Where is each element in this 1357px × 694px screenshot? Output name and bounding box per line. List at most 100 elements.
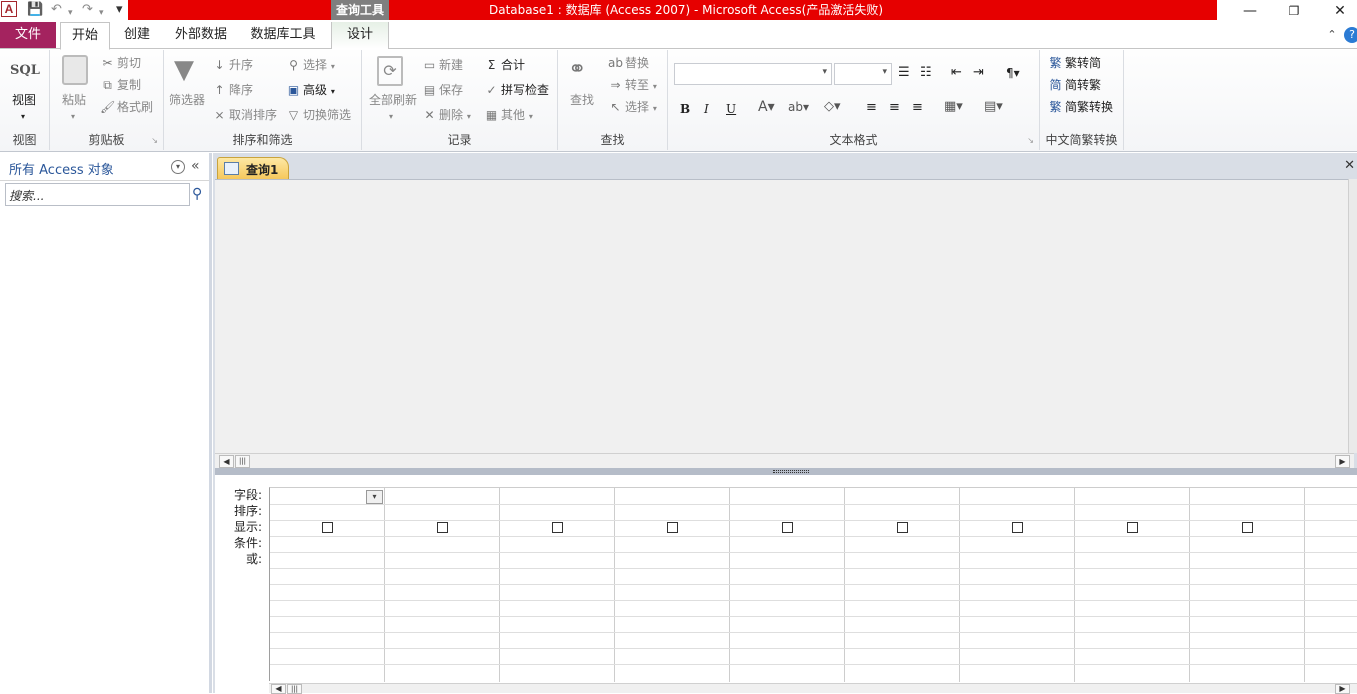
search-icon[interactable]: ⚲ — [192, 186, 202, 202]
query-design-grid[interactable]: ▾ — [269, 487, 1357, 682]
goto-button[interactable]: 转至 — [625, 78, 649, 92]
format-painter-button[interactable]: 格式刷 — [117, 100, 153, 114]
funnel-icon[interactable]: ▼ — [174, 56, 194, 84]
save-record-button[interactable]: 保存 — [439, 83, 463, 97]
text-format-launcher-icon[interactable]: ↘ — [1027, 136, 1034, 145]
tab-home[interactable]: 开始 — [60, 22, 110, 50]
grid-column[interactable] — [845, 488, 960, 682]
paste-icon[interactable] — [62, 55, 88, 85]
grid-column[interactable] — [385, 488, 500, 682]
spelling-button[interactable]: 拼写检查 — [501, 83, 549, 97]
replace-button[interactable]: 替换 — [625, 56, 649, 70]
grid-column[interactable] — [1305, 488, 1357, 682]
close-button[interactable]: ✕ — [1318, 0, 1357, 22]
underline-button[interactable]: U — [726, 101, 736, 117]
tab-file[interactable]: 文件 — [0, 22, 56, 48]
table-pane-horizontal-scrollbar[interactable]: ◀ ||| ▶ — [215, 453, 1354, 468]
convert-button[interactable]: 简繁转换 — [1065, 100, 1113, 114]
font-name-combo[interactable]: ▾ — [674, 63, 832, 85]
clipboard-launcher-icon[interactable]: ↘ — [151, 136, 158, 145]
align-right-icon[interactable]: ≡ — [912, 100, 923, 116]
show-checkbox[interactable] — [552, 522, 563, 533]
restore-button[interactable]: ❐ — [1272, 0, 1316, 22]
undo-dropdown-icon[interactable]: ▾ — [68, 5, 73, 21]
design-grid-horizontal-scrollbar[interactable]: ◀ ||| ▶ — [269, 683, 1357, 694]
save-icon[interactable]: 💾 — [27, 2, 43, 18]
refresh-all-button[interactable]: 全部刷新 — [369, 92, 417, 108]
alt-row-color-icon[interactable]: ▤▾ — [984, 99, 1003, 115]
gridlines-icon[interactable]: ▦▾ — [944, 99, 963, 115]
redo-dropdown-icon[interactable]: ▾ — [99, 5, 104, 21]
simplified-to-traditional-button[interactable]: 简转繁 — [1065, 78, 1101, 92]
tab-design[interactable]: 设计 — [332, 22, 388, 49]
splitter-grip[interactable] — [773, 470, 809, 473]
show-checkbox[interactable] — [1242, 522, 1253, 533]
paste-button[interactable]: 粘贴 — [62, 92, 86, 108]
fill-color-icon[interactable]: ◇▾ — [824, 99, 841, 115]
grid-column[interactable] — [730, 488, 845, 682]
view-button[interactable]: 视图 — [12, 92, 36, 108]
delete-button[interactable]: 删除 — [439, 108, 463, 122]
remove-sort-button[interactable]: 取消排序 — [229, 108, 277, 122]
show-checkbox[interactable] — [897, 522, 908, 533]
font-color-icon[interactable]: A▾ — [758, 99, 775, 115]
highlight-icon[interactable]: ab▾ — [788, 99, 809, 115]
pane-splitter[interactable] — [215, 468, 1357, 475]
selection-button[interactable]: 选择 — [303, 58, 327, 72]
sql-view-icon[interactable]: SQL — [10, 63, 40, 79]
align-center-icon[interactable]: ≡ — [889, 100, 900, 116]
paste-dropdown-icon[interactable]: ▾ — [71, 109, 75, 125]
find-button[interactable]: 查找 — [570, 92, 594, 108]
filter-button[interactable]: 筛选器 — [169, 92, 205, 108]
show-checkbox[interactable] — [322, 522, 333, 533]
scroll-right-icon[interactable]: ▶ — [1335, 455, 1350, 468]
new-record-button[interactable]: 新建 — [439, 58, 463, 72]
grid-column[interactable] — [500, 488, 615, 682]
rtl-icon[interactable]: ¶▾ — [1006, 65, 1020, 81]
scroll-thumb[interactable]: ||| — [235, 455, 250, 468]
bullets-icon[interactable]: ☰ — [898, 65, 910, 81]
close-document-icon[interactable]: ✕ — [1344, 158, 1355, 173]
cut-button[interactable]: 剪切 — [117, 56, 141, 70]
grid-column[interactable] — [270, 488, 385, 682]
tab-external-data[interactable]: 外部数据 — [168, 22, 234, 49]
nav-header[interactable]: 所有 Access 对象 ▾ « — [0, 153, 209, 181]
access-logo-icon[interactable]: A — [1, 1, 17, 17]
table-pane[interactable] — [215, 179, 1348, 453]
italic-button[interactable]: I — [704, 101, 709, 117]
table-pane-vertical-scrollbar[interactable] — [1348, 179, 1357, 453]
copy-button[interactable]: 复制 — [117, 78, 141, 92]
nav-title[interactable]: 所有 Access 对象 — [9, 159, 114, 178]
advanced-button[interactable]: 高级 — [303, 83, 327, 97]
toggle-filter-button[interactable]: 切换筛选 — [303, 108, 351, 122]
collapse-nav-icon[interactable]: « — [191, 158, 200, 174]
sort-ascending-button[interactable]: 升序 — [229, 58, 253, 72]
increase-indent-icon[interactable]: ⇥ — [973, 65, 984, 81]
tab-database-tools[interactable]: 数据库工具 — [244, 22, 322, 49]
help-icon[interactable]: ? — [1344, 27, 1357, 43]
align-left-icon[interactable]: ≡ — [866, 100, 877, 116]
sort-descending-button[interactable]: 降序 — [229, 83, 253, 97]
traditional-to-simplified-button[interactable]: 繁转简 — [1065, 56, 1101, 70]
document-tab-query1[interactable]: 查询1 — [217, 157, 289, 179]
refresh-dropdown-icon[interactable]: ▾ — [389, 109, 393, 125]
decrease-indent-icon[interactable]: ⇤ — [951, 65, 962, 81]
bold-button[interactable]: B — [680, 101, 690, 117]
binoculars-icon[interactable]: ⚭ — [568, 55, 586, 85]
more-button[interactable]: 其他 — [501, 108, 525, 122]
redo-icon[interactable]: ↷ — [82, 2, 93, 18]
collapse-ribbon-icon[interactable]: ⌃ — [1325, 22, 1339, 49]
font-size-combo[interactable]: ▾ — [834, 63, 892, 85]
grid-column[interactable] — [615, 488, 730, 682]
numbering-icon[interactable]: ☷ — [920, 65, 932, 81]
show-checkbox[interactable] — [782, 522, 793, 533]
totals-button[interactable]: 合计 — [501, 58, 525, 72]
nav-menu-chevron-icon[interactable]: ▾ — [171, 160, 185, 174]
show-checkbox[interactable] — [667, 522, 678, 533]
nav-search-input[interactable]: 搜索... — [5, 183, 190, 206]
customize-qat-icon[interactable]: ▾ — [116, 2, 123, 18]
grid-column[interactable] — [1190, 488, 1305, 682]
grid-column[interactable] — [1075, 488, 1190, 682]
view-dropdown-icon[interactable]: ▾ — [21, 109, 25, 125]
undo-icon[interactable]: ↶ — [51, 2, 62, 18]
